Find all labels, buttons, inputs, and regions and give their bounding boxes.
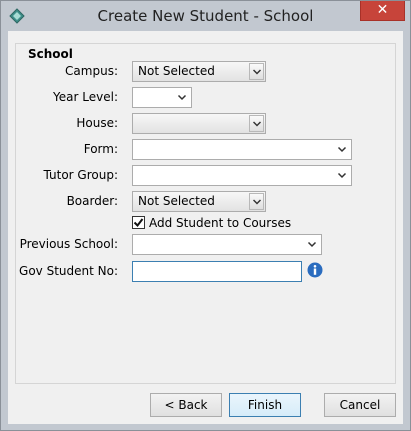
campus-dropdown-button[interactable] [249, 63, 264, 80]
chevron-down-icon [253, 69, 261, 75]
boarder-label: Boarder: [66, 194, 118, 208]
dialog-body: School Campus: Not Selected Year Level: [8, 31, 403, 424]
campus-value: Not Selected [138, 64, 215, 78]
house-select[interactable] [132, 113, 266, 134]
chevron-down-icon [307, 241, 317, 248]
back-button[interactable]: < Back [150, 393, 222, 417]
info-icon[interactable] [307, 262, 323, 278]
house-dropdown-button[interactable] [249, 115, 264, 132]
tutor-group-label: Tutor Group: [43, 168, 118, 182]
house-label: House: [76, 116, 118, 130]
window-title: Create New Student - School [97, 7, 314, 25]
year-level-label: Year Level: [53, 90, 118, 104]
close-icon: ✕ [376, 2, 389, 18]
chevron-down-icon [337, 146, 347, 153]
cancel-button[interactable]: Cancel [324, 393, 396, 417]
year-level-select[interactable] [132, 87, 192, 108]
dialog-window: Create New Student - School ✕ School Cam… [0, 0, 411, 431]
campus-select[interactable]: Not Selected [132, 61, 266, 82]
gov-student-no-label: Gov Student No: [19, 264, 118, 278]
chevron-down-icon [253, 121, 261, 127]
boarder-value: Not Selected [138, 194, 215, 208]
form-label: Form: [83, 142, 118, 156]
checkmark-icon [133, 218, 144, 228]
form-select[interactable] [132, 139, 352, 160]
previous-school-label: Previous School: [19, 237, 118, 251]
add-to-courses-checkbox[interactable] [132, 216, 145, 229]
chevron-down-icon [253, 199, 261, 205]
chevron-down-icon [337, 172, 347, 179]
school-groupbox: School Campus: Not Selected Year Level: [15, 43, 396, 384]
add-to-courses-label: Add Student to Courses [149, 216, 292, 230]
boarder-dropdown-button[interactable] [249, 193, 264, 210]
finish-button[interactable]: Finish [229, 393, 301, 417]
tutor-group-select[interactable] [132, 165, 352, 186]
boarder-select[interactable]: Not Selected [132, 191, 266, 212]
close-button[interactable]: ✕ [360, 1, 405, 21]
group-title: School [25, 47, 76, 61]
chevron-down-icon [177, 94, 187, 101]
gov-student-no-input[interactable] [132, 261, 302, 282]
title-bar[interactable]: Create New Student - School ✕ [1, 1, 410, 31]
previous-school-select[interactable] [132, 234, 322, 255]
campus-label: Campus: [65, 64, 118, 78]
